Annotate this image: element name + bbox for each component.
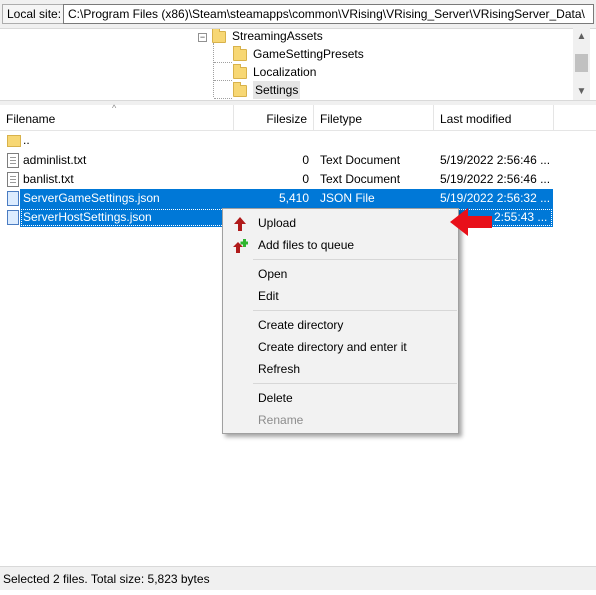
menu-item-add-to-queue[interactable]: Add files to queue xyxy=(225,234,456,256)
tree-item-label: StreamingAssets xyxy=(232,29,323,43)
scroll-thumb[interactable] xyxy=(575,54,588,72)
status-text: Selected 2 files. Total size: 5,823 byte… xyxy=(3,572,210,586)
context-menu: Upload Add files to queue Open Edit Crea… xyxy=(222,208,459,434)
file-type: Text Document xyxy=(320,153,401,167)
folder-icon xyxy=(233,46,247,61)
parent-folder-icon xyxy=(7,135,21,147)
local-site-bar: Local site: C:\Program Files (x86)\Steam… xyxy=(0,0,596,28)
menu-item-upload[interactable]: Upload xyxy=(225,212,456,234)
tree-guide-line xyxy=(214,80,232,81)
scroll-down-icon[interactable]: ▼ xyxy=(573,83,590,100)
menu-item-open[interactable]: Open xyxy=(225,263,456,285)
file-size: 5,410 xyxy=(278,191,309,205)
menu-item-create-directory[interactable]: Create directory xyxy=(225,314,456,336)
tree-guide-line xyxy=(214,98,232,99)
file-row-parent[interactable]: .. xyxy=(0,131,596,150)
directory-tree: − StreamingAssets GameSettingPresets Loc… xyxy=(0,28,596,100)
status-bar: Selected 2 files. Total size: 5,823 byte… xyxy=(0,566,596,590)
menu-item-create-directory-enter[interactable]: Create directory and enter it xyxy=(225,336,456,358)
file-size: 0 xyxy=(302,153,309,167)
add-to-queue-icon xyxy=(233,239,248,253)
tree-item-label: Localization xyxy=(253,65,317,79)
file-type: Text Document xyxy=(320,172,401,186)
file-name: ServerGameSettings.json xyxy=(23,191,160,205)
file-name: adminlist.txt xyxy=(23,153,87,167)
tree-item-label: GameSettingPresets xyxy=(253,47,364,61)
column-header-filename[interactable]: Filename xyxy=(0,105,234,131)
file-modified: 5/19/2022 2:56:46 ... xyxy=(440,153,551,167)
file-modified: 2:55:43 ... xyxy=(494,210,548,224)
menu-item-refresh[interactable]: Refresh xyxy=(225,358,456,380)
sort-ascending-icon: ^ xyxy=(112,103,117,113)
folder-icon xyxy=(212,29,226,43)
tree-guide-line xyxy=(214,62,232,63)
file-list-header: Filename ^ Filesize Filetype Last modifi… xyxy=(0,103,596,131)
menu-separator xyxy=(253,259,457,260)
tree-collapse-toggle[interactable]: − xyxy=(198,33,207,42)
red-arrow-icon xyxy=(450,208,492,236)
json-file-icon xyxy=(7,191,19,206)
folder-icon xyxy=(233,82,247,97)
file-row[interactable]: adminlist.txt 0 Text Document 5/19/2022 … xyxy=(0,151,596,170)
column-header-last-modified[interactable]: Last modified xyxy=(434,105,554,131)
column-header-filesize[interactable]: Filesize xyxy=(234,105,314,131)
folder-icon xyxy=(233,64,247,79)
local-site-label: Local site: xyxy=(2,4,67,24)
file-type: JSON File xyxy=(320,191,375,205)
file-modified: 5/19/2022 2:56:46 ... xyxy=(440,172,551,186)
text-file-icon xyxy=(7,172,19,187)
column-header-filetype[interactable]: Filetype xyxy=(314,105,434,131)
menu-item-delete[interactable]: Delete xyxy=(225,387,456,409)
menu-separator xyxy=(253,310,457,311)
file-size: 0 xyxy=(302,172,309,186)
upload-arrow-icon xyxy=(234,217,246,231)
menu-item-rename: Rename xyxy=(258,413,304,427)
file-name: banlist.txt xyxy=(23,172,74,186)
menu-item-edit[interactable]: Edit xyxy=(225,285,456,307)
tree-guide-line xyxy=(213,43,214,97)
tree-scrollbar[interactable]: ▲ ▼ xyxy=(573,28,590,100)
file-name: ServerHostSettings.json xyxy=(23,210,152,224)
text-file-icon xyxy=(7,153,19,168)
local-site-path-input[interactable]: C:\Program Files (x86)\Steam\steamapps\c… xyxy=(63,4,594,24)
menu-separator xyxy=(253,383,457,384)
tree-item-label: Settings xyxy=(253,81,301,99)
scroll-up-icon[interactable]: ▲ xyxy=(573,28,590,45)
file-row-selected[interactable]: ServerGameSettings.json 5,410 JSON File … xyxy=(0,189,596,208)
json-file-icon xyxy=(7,210,19,225)
file-row[interactable]: banlist.txt 0 Text Document 5/19/2022 2:… xyxy=(0,170,596,189)
